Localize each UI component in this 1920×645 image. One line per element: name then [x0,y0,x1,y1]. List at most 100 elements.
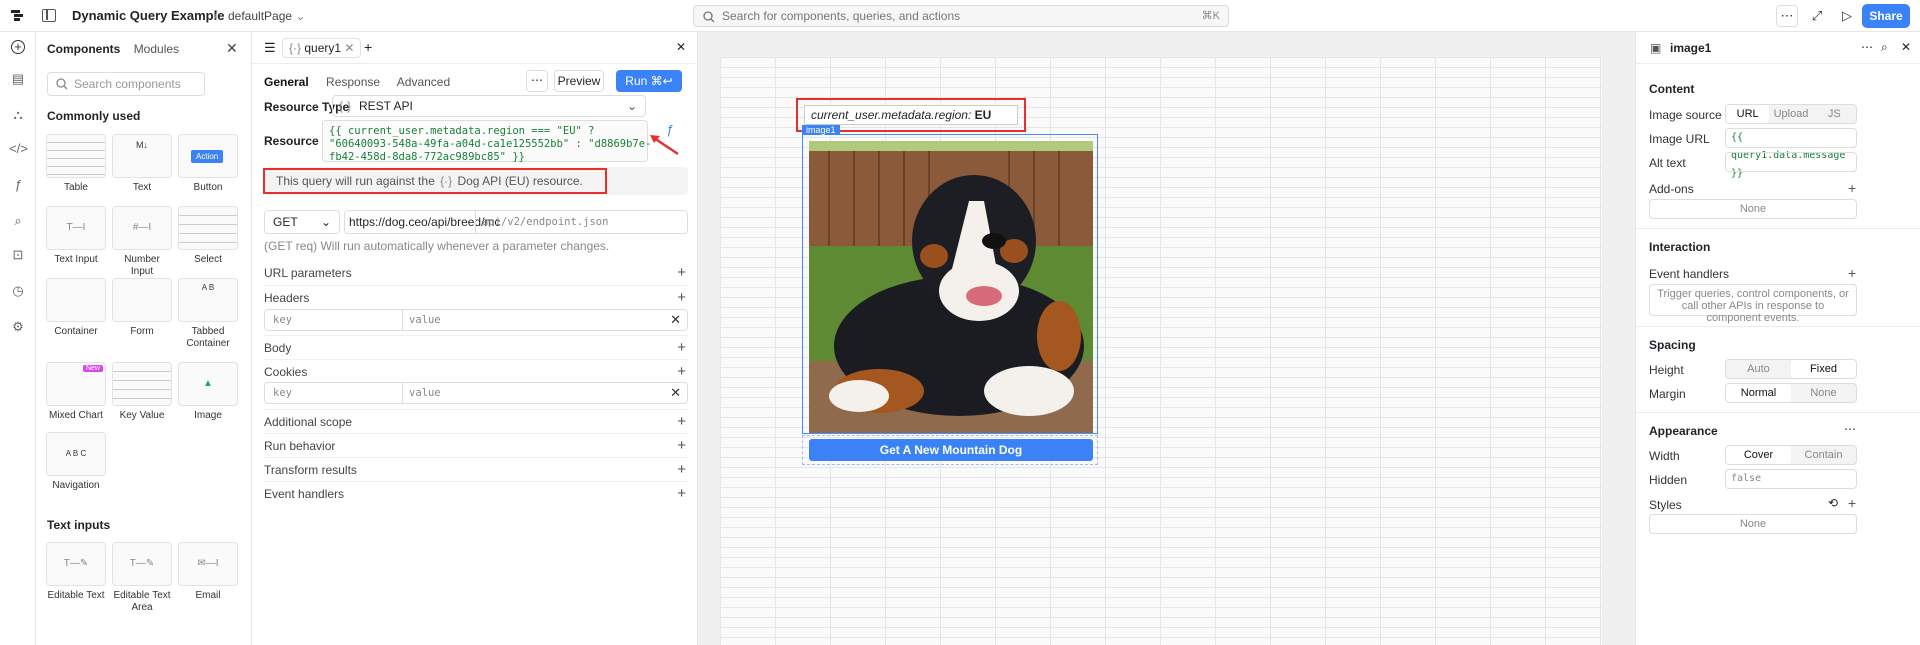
cookie-row[interactable]: key value ✕ [264,382,688,404]
share-button[interactable]: Share [1862,4,1910,28]
more-options-button[interactable]: ⋯ [526,70,548,92]
search-icon[interactable]: ⌕ [1881,40,1888,55]
margin-toggle[interactable]: Normal None [1725,383,1857,403]
method-select[interactable]: GET ⌄ [264,210,340,234]
tab-modules[interactable]: Modules [134,42,179,56]
app-title[interactable]: Dynamic Query Example [72,8,224,23]
history-icon[interactable]: ◷ [9,282,27,300]
section-cookies[interactable]: Cookies + [264,359,688,383]
more-icon[interactable]: ⋯ [1861,40,1873,54]
tab-components[interactable]: Components [47,42,120,56]
component-tile-editable-text-area[interactable]: T—✎ Editable Text Area [112,542,172,614]
option-contain[interactable]: Contain [1791,446,1856,464]
component-tile-text[interactable]: M↓ Text [112,134,172,194]
add-icon[interactable]: + [677,410,686,434]
add-icon[interactable]: + [1848,495,1856,511]
url-input[interactable]: https://dog.ceo/api/breed/mc api/v2/endpo… [344,210,688,234]
section-transform-results[interactable]: Transform results + [264,457,688,481]
expand-icon[interactable]: ⤢ [1806,5,1828,27]
components-search-input[interactable]: Search components [47,72,205,96]
component-tile-key-value[interactable]: Key Value [112,362,172,422]
component-tile-select[interactable]: Select [178,206,238,266]
width-toggle[interactable]: Cover Contain [1725,445,1857,465]
component-tile-email[interactable]: ✉—I Email [178,542,238,602]
pages-icon[interactable]: ▤ [9,70,27,88]
play-icon[interactable]: ▷ [1836,5,1858,27]
section-headers[interactable]: Headers + [264,285,688,309]
more-icon[interactable]: ⋯ [1776,5,1798,27]
key-field[interactable]: key [273,383,292,403]
function-icon[interactable]: ƒ [9,176,27,194]
component-tile-mixed-chart[interactable]: New Mixed Chart [46,362,106,422]
resource-id-code-editor[interactable]: {{ current_user.metadata.region === "EU"… [322,120,651,163]
section-url-parameters[interactable]: URL parameters + [264,261,688,285]
retool-logo-icon[interactable] [10,8,26,24]
global-search-input[interactable]: Search for components, queries, and acti… [693,5,1229,27]
value-field[interactable]: value [402,310,441,330]
close-icon[interactable]: ✕ [226,40,238,57]
tab-response[interactable]: Response [326,75,380,89]
component-name[interactable]: image1 [1670,41,1711,55]
hidden-input[interactable]: false [1725,469,1857,489]
add-tab-icon[interactable]: + [364,39,372,55]
alt-text-input[interactable] [1725,152,1857,172]
page-selector[interactable]: defaultPage ⌄ [228,9,305,23]
tree-icon[interactable]: ⛬ [9,106,27,124]
add-icon[interactable]: + [677,458,686,482]
add-icon[interactable]: + [677,286,686,310]
component-tile-number-input[interactable]: #—I Number Input [112,206,172,278]
add-icon[interactable]: + [677,360,686,384]
state-icon[interactable]: ⊡ [9,246,27,264]
preview-button[interactable]: Preview [554,70,604,92]
height-toggle[interactable]: Auto Fixed [1725,359,1857,379]
header-row[interactable]: key value ✕ [264,309,688,331]
more-icon[interactable]: ⋯ [1844,422,1856,436]
option-upload[interactable]: Upload [1769,105,1812,123]
component-tile-table[interactable]: Table [46,134,106,194]
add-icon[interactable]: + [677,261,686,285]
component-tile-tabbed-container[interactable]: A B Tabbed Container [178,278,238,350]
tab-advanced[interactable]: Advanced [397,75,450,89]
component-tile-navigation[interactable]: A B C Navigation [46,432,106,492]
add-icon[interactable]: + [1848,265,1856,281]
section-event-handlers[interactable]: Event handlers + [264,481,688,505]
option-js[interactable]: JS [1813,105,1856,123]
component-tile-button[interactable]: Action Button [178,134,238,194]
add-icon[interactable]: + [677,434,686,458]
tab-query1[interactable]: {·} query1 ✕ [282,38,362,58]
settings-icon[interactable]: ⚙ [9,318,27,336]
option-cover[interactable]: Cover [1726,446,1791,464]
component-tile-text-input[interactable]: T—I Text Input [46,206,106,266]
component-tile-editable-text[interactable]: T—✎ Editable Text [46,542,106,602]
tab-general[interactable]: General [264,75,309,89]
get-new-dog-button[interactable]: Get A New Mountain Dog [809,439,1093,461]
image-component[interactable]: image1 [802,125,1098,434]
component-tile-container[interactable]: Container [46,278,106,338]
option-fixed[interactable]: Fixed [1791,360,1856,378]
add-component-icon[interactable]: + [11,40,25,54]
section-additional-scope[interactable]: Additional scope + [264,409,688,433]
key-field[interactable]: key [273,310,292,330]
close-tab-icon[interactable]: ✕ [344,41,354,55]
code-icon[interactable]: </> [9,140,28,158]
value-field[interactable]: value [402,383,441,403]
image-source-toggle[interactable]: URL Upload JS [1725,104,1857,124]
remove-icon[interactable]: ✕ [670,310,681,330]
section-body[interactable]: Body + [264,335,688,359]
component-tile-image[interactable]: ▲ Image [178,362,238,422]
component-tile-form[interactable]: Form [112,278,172,338]
add-icon[interactable]: + [1848,180,1856,196]
option-auto[interactable]: Auto [1726,360,1791,378]
image-url-input[interactable]: {{ query1.data.message }} [1725,128,1857,179]
option-url[interactable]: URL [1726,105,1770,123]
run-button[interactable]: Run ⌘↩ [616,70,682,92]
search-rail-icon[interactable]: ⌕ [9,212,27,230]
option-none[interactable]: None [1791,384,1856,402]
option-normal[interactable]: Normal [1726,384,1791,402]
close-icon[interactable]: ✕ [676,40,686,54]
layout-icon[interactable] [42,9,56,22]
remove-icon[interactable]: ✕ [670,383,681,403]
close-icon[interactable]: ✕ [1901,40,1911,54]
add-icon[interactable]: + [677,482,686,506]
refresh-icon[interactable]: ⟲ [1828,496,1838,510]
